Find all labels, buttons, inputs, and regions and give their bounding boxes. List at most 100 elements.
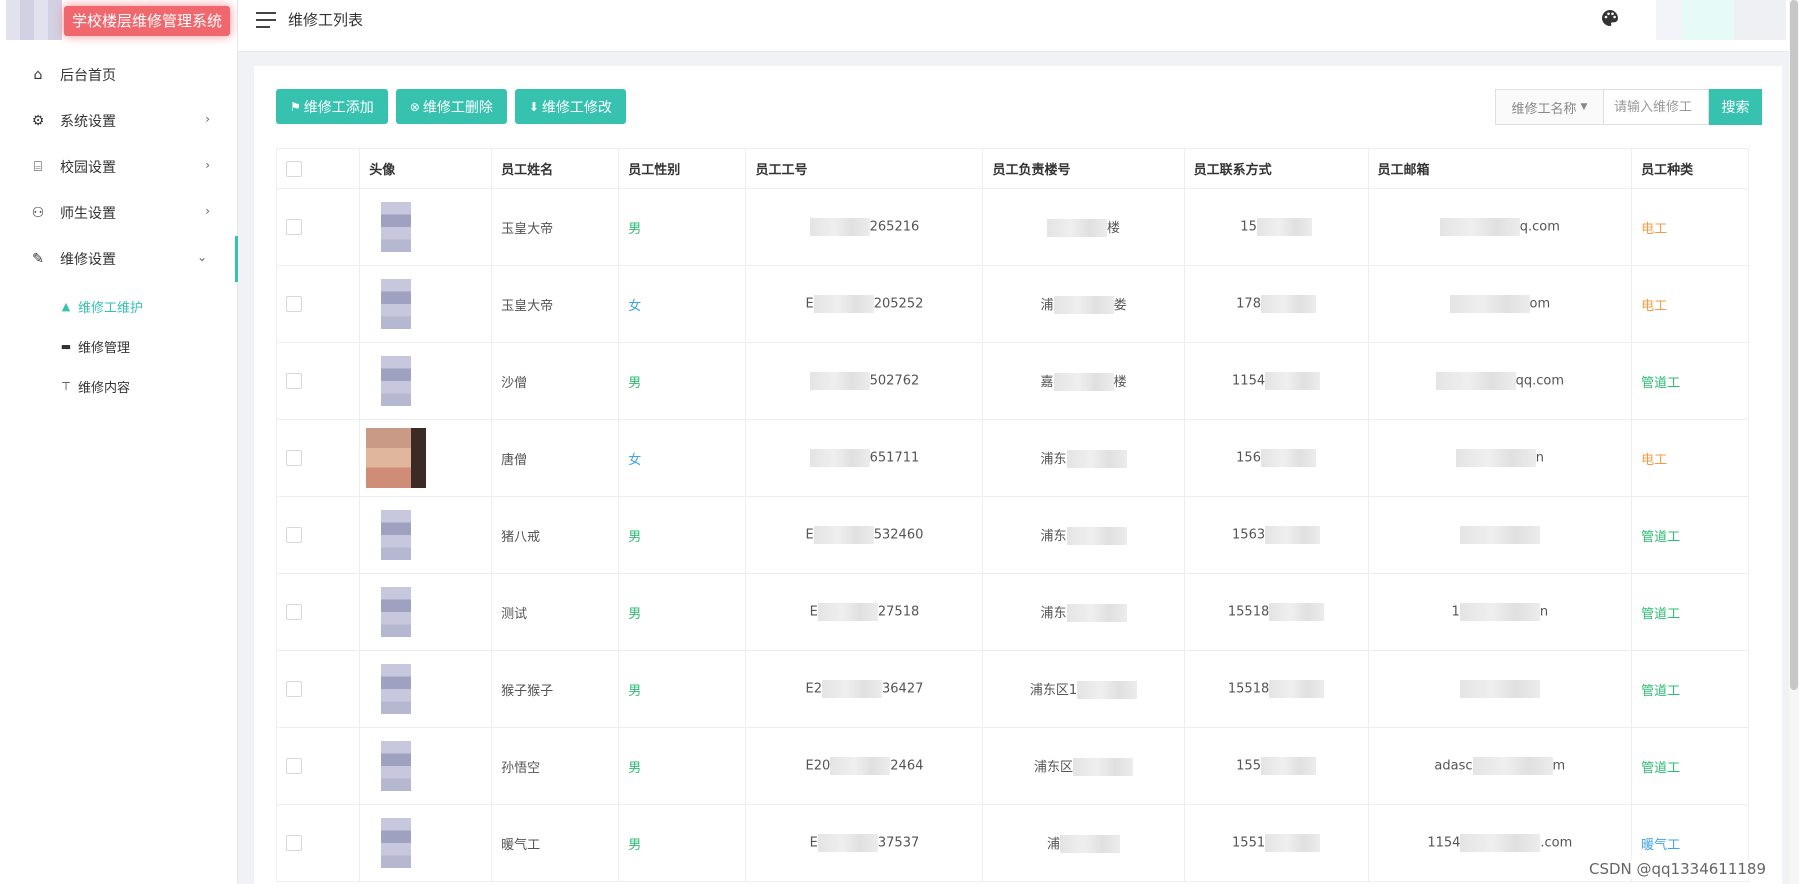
chevron-right-icon: › bbox=[205, 158, 210, 172]
search-field-select[interactable]: 维修工名称 ▼ bbox=[1495, 89, 1603, 125]
redacted-block bbox=[1073, 758, 1134, 777]
header-select-all bbox=[275, 148, 361, 189]
row-checkbox[interactable] bbox=[286, 681, 302, 697]
delete-button-label: 维修工删除 bbox=[422, 99, 493, 116]
phone-cell: 1551 bbox=[1183, 804, 1369, 882]
redacted-block bbox=[813, 526, 874, 544]
sidebar-subitem-2[interactable]: ⊤ 维修内容 bbox=[0, 366, 238, 406]
email-prefix: 1154 bbox=[1427, 835, 1461, 851]
sidebar-subitem-1[interactable]: ▬ 维修管理 bbox=[0, 326, 238, 366]
phone-cell: 1154 bbox=[1183, 342, 1369, 420]
email-cell bbox=[1367, 496, 1633, 574]
name-cell: 玉皇大帝 bbox=[491, 265, 620, 343]
building-suffix: 楼 bbox=[1107, 220, 1121, 236]
gender-cell: 女 bbox=[618, 419, 747, 497]
row-checkbox[interactable] bbox=[286, 450, 302, 466]
redacted-block bbox=[1269, 680, 1325, 698]
sidebar-item-label: 后台首页 bbox=[60, 68, 116, 84]
search-button[interactable]: 搜索 bbox=[1709, 89, 1762, 125]
sidebar-item-gear[interactable]: ⚙ 系统设置 › bbox=[0, 98, 238, 144]
row-checkbox[interactable] bbox=[286, 219, 302, 235]
building-cell: 楼 bbox=[982, 188, 1185, 266]
avatar bbox=[381, 202, 412, 252]
sidebar-subitem-label: 维修工维护 bbox=[78, 300, 144, 316]
redacted-block bbox=[1265, 372, 1321, 390]
gender-cell: 男 bbox=[618, 650, 747, 728]
table-row[interactable]: 沙僧男 502762 嘉楼 1154 qq.com 管道工 bbox=[275, 342, 1749, 420]
table-row[interactable]: 孙悟空男 E20 2464 浦东区 155 adasc m 管道工 bbox=[275, 727, 1749, 805]
redacted-block bbox=[1053, 296, 1114, 315]
sidebar-subitem-0[interactable]: ▲ 维修工维护 bbox=[0, 286, 238, 326]
building-cell: 浦东 bbox=[982, 419, 1185, 497]
search-field-label: 维修工名称 bbox=[1511, 101, 1577, 117]
building-prefix: 浦 bbox=[1040, 297, 1054, 313]
row-checkbox[interactable] bbox=[286, 373, 302, 389]
email-prefix: adasc bbox=[1434, 758, 1473, 774]
table-row[interactable]: 暖气工男 E 37537 浦 1551 1154 .com 暖气工 bbox=[275, 804, 1749, 882]
table-row[interactable]: 玉皇大帝男 265216 楼 15 q.com 电工 bbox=[275, 188, 1749, 266]
email-cell: n bbox=[1367, 419, 1633, 497]
row-select-cell bbox=[275, 650, 361, 728]
redacted-block bbox=[1066, 604, 1127, 623]
building-prefix: 浦 bbox=[1047, 836, 1061, 852]
name-cell: 沙僧 bbox=[491, 342, 620, 420]
sidebar-item-wrench[interactable]: ✎ 维修设置 ⌄ bbox=[0, 236, 238, 282]
sidebar-item-home[interactable]: ⌂ 后台首页 bbox=[0, 52, 238, 98]
scrollbar-thumb[interactable] bbox=[1790, 0, 1798, 690]
building-cell: 浦东 bbox=[982, 496, 1185, 574]
sidebar-item-bank[interactable]: ⌸ 校园设置 › bbox=[0, 144, 238, 190]
sidebar-item-people[interactable]: ⚇ 师生设置 › bbox=[0, 190, 238, 236]
search-input[interactable] bbox=[1603, 89, 1709, 125]
palette-icon[interactable] bbox=[1600, 8, 1620, 28]
redacted-block bbox=[1053, 373, 1114, 392]
header-phone: 员工联系方式 bbox=[1183, 148, 1369, 189]
app-root: 学校楼层维修管理系统 ⌂ 后台首页 ⚙ 系统设置 › ⌸ 校园设置 › ⚇ 师生设置 › ✎ 维修设置 ⌄… bbox=[0, 0, 1799, 884]
redacted-block bbox=[1459, 603, 1540, 621]
watermark: CSDN @qq1334611189 bbox=[1586, 860, 1768, 878]
building-suffix: 娄 bbox=[1113, 297, 1127, 313]
table-header-row: 头像 员工姓名 员工性别 员工工号 员工负责楼号 员工联系方式 员工邮箱 员工种… bbox=[275, 148, 1749, 189]
redacted-block bbox=[1459, 526, 1540, 544]
table-row[interactable]: 测试男 E 27518 浦东 15518 1 n 管道工 bbox=[275, 573, 1749, 651]
sidebar: 学校楼层维修管理系统 ⌂ 后台首页 ⚙ 系统设置 › ⌸ 校园设置 › ⚇ 师生设置 › ✎ 维修设置 ⌄… bbox=[0, 0, 238, 884]
email-cell: 1n bbox=[1367, 573, 1633, 651]
building-prefix: 嘉 bbox=[1040, 374, 1054, 390]
row-select-cell bbox=[275, 573, 361, 651]
gender-cell: 男 bbox=[618, 727, 747, 805]
row-checkbox[interactable] bbox=[286, 527, 302, 543]
id-suffix: 27518 bbox=[877, 604, 920, 620]
gender-cell: 男 bbox=[618, 496, 747, 574]
edit-repairman-button[interactable]: ⬇ 维修工修改 bbox=[514, 89, 626, 124]
redacted-block bbox=[1256, 218, 1312, 236]
redacted-block bbox=[1459, 680, 1540, 698]
table-row[interactable]: 猴子猴子男 E2 36427 浦东区1 15518 管道工 bbox=[275, 650, 1749, 728]
top-header: 维修工列表 bbox=[238, 0, 1799, 52]
worker-type-cell: 管道工 bbox=[1631, 727, 1749, 805]
employee-id-cell: E 205252 bbox=[745, 265, 984, 343]
select-all-checkbox[interactable] bbox=[286, 160, 302, 177]
avatar-cell bbox=[359, 573, 493, 651]
user-avatar[interactable] bbox=[1656, 0, 1786, 40]
redacted-block bbox=[1460, 834, 1541, 852]
name-cell: 测试 bbox=[491, 573, 620, 651]
add-repairman-button[interactable]: ⚑ 维修工添加 bbox=[276, 89, 388, 124]
table-row[interactable]: 唐僧女 651711 浦东 156 n 电工 bbox=[275, 419, 1749, 497]
row-checkbox[interactable] bbox=[286, 758, 302, 774]
table-row[interactable]: 玉皇大帝女 E 205252 浦娄 178 om 电工 bbox=[275, 265, 1749, 343]
sidebar-item-label: 维修设置 bbox=[60, 252, 116, 268]
row-checkbox[interactable] bbox=[286, 604, 302, 620]
row-select-cell bbox=[275, 496, 361, 574]
id-suffix: 37537 bbox=[877, 835, 920, 851]
avatar-cell bbox=[359, 727, 493, 805]
building-cell: 浦 bbox=[982, 804, 1185, 882]
menu-toggle-icon[interactable] bbox=[256, 12, 276, 28]
delete-repairman-button[interactable]: ⊗ 维修工删除 bbox=[395, 89, 507, 124]
row-checkbox[interactable] bbox=[286, 296, 302, 312]
page-scrollbar[interactable] bbox=[1789, 0, 1799, 884]
table-row[interactable]: 猪八戒男 E 532460 浦东 1563 管道工 bbox=[275, 496, 1749, 574]
app-title: 学校楼层维修管理系统 bbox=[64, 6, 231, 36]
edit-button-label: 维修工修改 bbox=[541, 99, 612, 116]
arrow-down-icon: ⬇ bbox=[528, 99, 539, 114]
row-checkbox[interactable] bbox=[286, 835, 302, 851]
email-cell: adasc m bbox=[1367, 727, 1633, 805]
